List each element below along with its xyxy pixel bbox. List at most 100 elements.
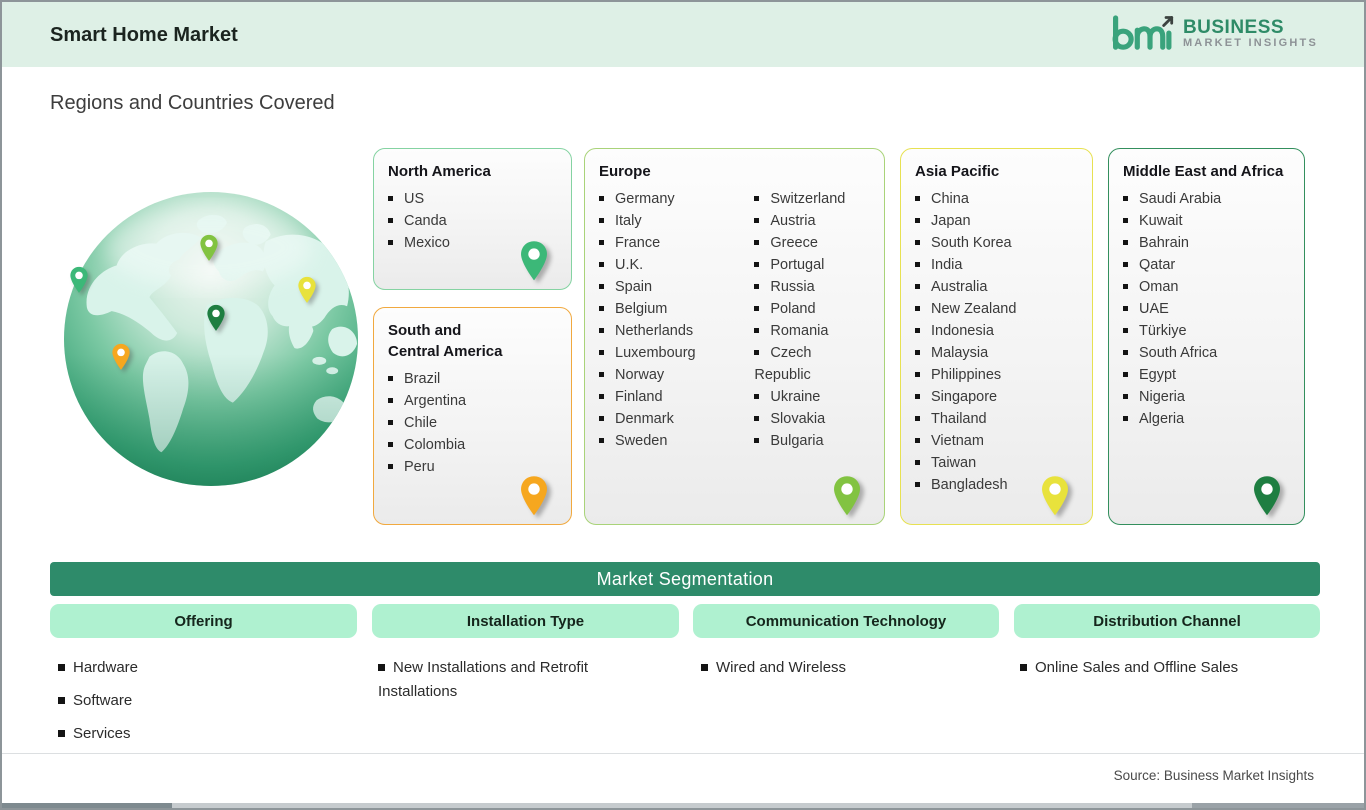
bullet-icon	[599, 328, 604, 333]
bullet-icon	[915, 218, 920, 223]
location-pin-icon	[521, 476, 547, 516]
item-label: Ukraine	[770, 389, 821, 405]
region-card-north-america: North America US Canda Mexico	[373, 148, 572, 290]
item-label: Norway	[615, 367, 665, 383]
bullet-icon	[754, 306, 760, 311]
bullet-icon	[388, 420, 393, 425]
item-label: Australia	[931, 279, 988, 295]
list-item: Czech Republic	[754, 342, 870, 386]
item-label: Thailand	[931, 411, 987, 427]
company-logo: BUSINESS MARKET INSIGHTS	[1109, 12, 1318, 56]
list-item: Russia	[754, 276, 870, 298]
bullet-icon	[754, 438, 760, 443]
item-label: South Africa	[1139, 345, 1218, 361]
item-label: Russia	[770, 279, 815, 295]
list-item: Slovakia	[754, 408, 870, 430]
list-item: Thailand	[915, 408, 1078, 430]
horizontal-scrollbar[interactable]	[2, 803, 1364, 808]
item-label: Germany	[615, 191, 675, 207]
bullet-icon	[915, 372, 920, 377]
bullet-icon	[599, 350, 604, 355]
bullet-icon	[1123, 218, 1128, 223]
bullet-icon	[915, 482, 920, 487]
item-label: Services	[73, 725, 131, 742]
bullet-icon	[1123, 240, 1128, 245]
item-label: Luxembourg	[615, 345, 696, 361]
page-title: Smart Home Market	[50, 24, 238, 46]
list-item: Türkiye	[1123, 320, 1290, 342]
bullet-icon	[388, 240, 393, 245]
bullet-icon	[599, 196, 604, 201]
infographic-page: Smart Home Market BUSINESS MARKET INSIGH…	[0, 0, 1366, 810]
scrollbar-thumb-left[interactable]	[2, 803, 172, 808]
logo-market-insights-label: MARKET INSIGHTS	[1182, 37, 1318, 50]
list-item: Sweden	[599, 430, 754, 452]
segment-pill-label: Distribution Channel	[1093, 612, 1241, 630]
bullet-icon	[915, 460, 920, 465]
bullet-icon	[915, 328, 920, 333]
bullet-icon	[915, 350, 920, 355]
region-title: South and Central America	[388, 322, 503, 360]
country-list: Saudi Arabia Kuwait Bahrain Qatar Oman UAE Tür…	[1123, 188, 1290, 430]
bullet-icon	[915, 262, 920, 267]
bullet-icon	[1123, 284, 1128, 289]
list-item: Australia	[915, 276, 1078, 298]
segment-items-communication-technology: Wired and Wireless	[701, 656, 951, 689]
segment-pill-label: Offering	[174, 612, 233, 630]
list-item: South Africa	[1123, 342, 1290, 364]
item-label: Malaysia	[931, 345, 989, 361]
item-label: Nigeria	[1139, 389, 1185, 405]
list-item: Services	[58, 722, 308, 746]
country-list: China Japan South Korea India Australia New Z…	[915, 188, 1078, 496]
bullet-icon	[754, 416, 760, 421]
globe-pin-south-central-america-icon	[112, 343, 130, 370]
segment-pill-installation-type: Installation Type	[372, 604, 679, 638]
segment-items-distribution-channel: Online Sales and Offline Sales	[1020, 656, 1270, 689]
list-item: Nigeria	[1123, 386, 1290, 408]
bullet-icon	[1123, 306, 1128, 311]
list-item: Norway	[599, 364, 754, 386]
list-item: France	[599, 232, 754, 254]
list-item: Germany	[599, 188, 754, 210]
list-item: Vietnam	[915, 430, 1078, 452]
section-title: Regions and Countries Covered	[50, 92, 335, 114]
bullet-icon	[915, 416, 920, 421]
region-title: Europe	[599, 163, 651, 180]
item-label: Peru	[404, 459, 435, 475]
list-item: South Korea	[915, 232, 1078, 254]
item-label: South Korea	[931, 235, 1012, 251]
globe-pin-europe-icon	[200, 234, 218, 261]
segment-pill-communication-technology: Communication Technology	[693, 604, 999, 638]
bullet-icon	[754, 350, 760, 355]
scrollbar-thumb-right[interactable]	[1192, 803, 1364, 808]
list-item: Kuwait	[1123, 210, 1290, 232]
item-label: Saudi Arabia	[1139, 191, 1222, 207]
item-label: New Installations and Retrofit Installat…	[378, 659, 589, 700]
bullet-icon	[915, 196, 920, 201]
logo-wordmark: BUSINESS MARKET INSIGHTS	[1183, 18, 1318, 49]
item-label: India	[931, 257, 963, 273]
bullet-icon	[1123, 372, 1128, 377]
item-label: Canda	[404, 213, 447, 229]
segment-items-installation-type: New Installations and Retrofit Installat…	[378, 656, 628, 713]
list-item: UAE	[1123, 298, 1290, 320]
bullet-icon	[1123, 350, 1128, 355]
list-item: Belgium	[599, 298, 754, 320]
item-label: Chile	[404, 415, 438, 431]
item-label: Türkiye	[1139, 323, 1187, 339]
list-item: Saudi Arabia	[1123, 188, 1290, 210]
item-label: Egypt	[1139, 367, 1177, 383]
item-label: Austria	[770, 213, 816, 229]
item-label: Belgium	[615, 301, 668, 317]
location-pin-icon	[1042, 476, 1068, 516]
item-label: Mexico	[404, 235, 450, 251]
list-item: Hardware	[58, 656, 308, 680]
segment-items-offering: Hardware Software Services	[58, 656, 308, 755]
item-label: Kuwait	[1139, 213, 1183, 229]
segment-pill-offering: Offering	[50, 604, 357, 638]
bullet-icon	[599, 284, 604, 289]
list-item: Indonesia	[915, 320, 1078, 342]
item-label: Software	[73, 692, 133, 709]
globe-pin-asia-pacific-icon	[298, 276, 316, 303]
bullet-icon	[915, 438, 920, 443]
